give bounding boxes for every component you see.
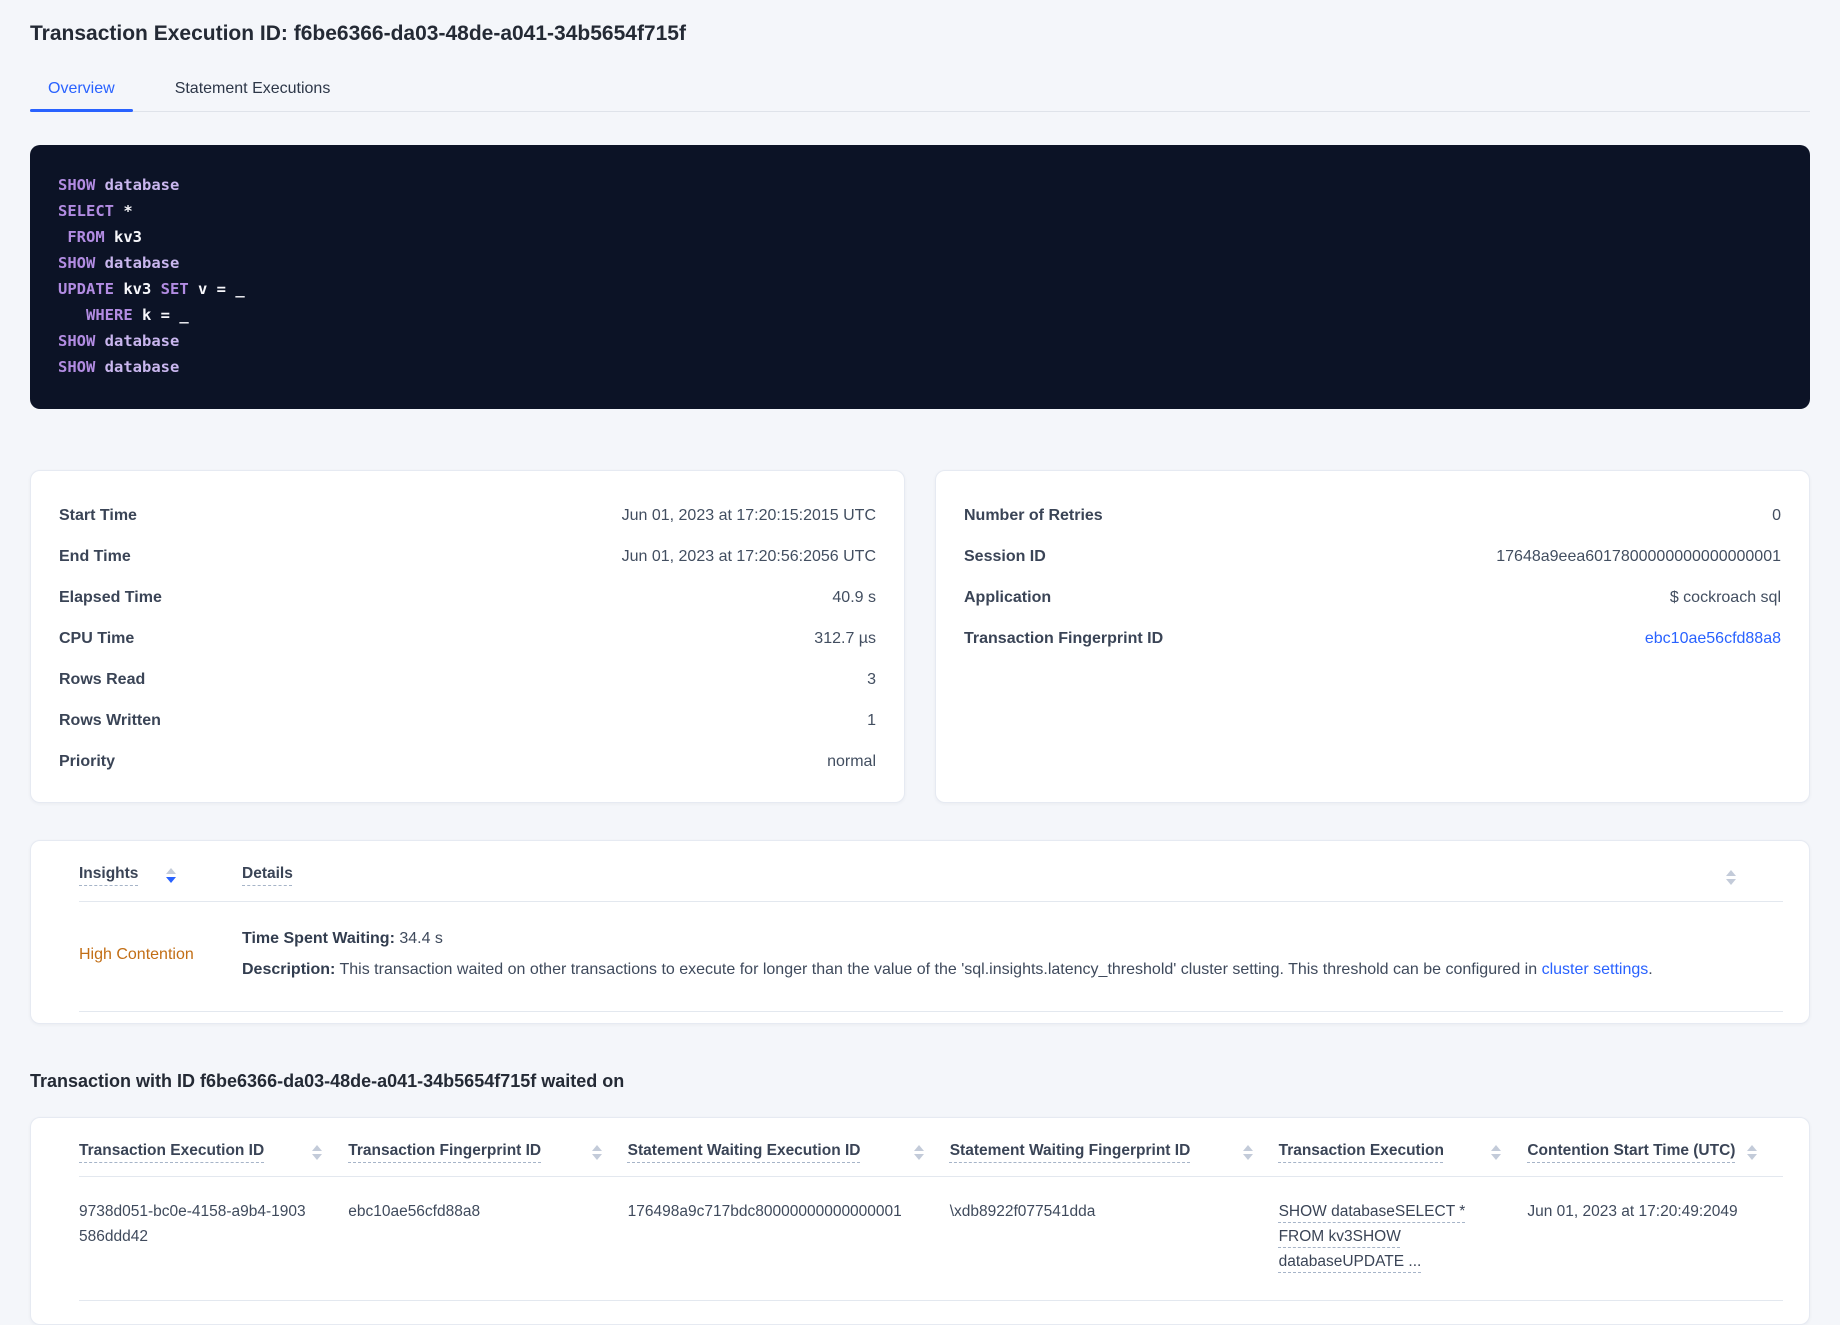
stat-label: Transaction Fingerprint ID <box>964 629 1164 647</box>
insights-column-header[interactable]: Insights <box>79 865 242 883</box>
stat-row-elapsed-time: Elapsed Time 40.9 s <box>59 577 876 618</box>
stat-row-rows-read: Rows Read 3 <box>59 659 876 700</box>
stat-label: Start Time <box>59 506 137 524</box>
tab-overview-label: Overview <box>48 80 115 97</box>
transaction-details-page: Transaction Execution ID: f6be6366-da03-… <box>0 0 1840 1325</box>
insights-column-label: Insights <box>79 865 139 882</box>
col-header-label: Contention Start Time (UTC) <box>1527 1142 1736 1159</box>
tab-statement-executions[interactable]: Statement Executions <box>157 72 349 111</box>
waited-on-table-header: Transaction Execution ID Transaction Fin… <box>79 1118 1783 1177</box>
stat-row-cpu-time: CPU Time 312.7 µs <box>59 618 876 659</box>
stat-row-number-of-retries: Number of Retries 0 <box>964 495 1781 536</box>
time-spent-waiting-label: Time Spent Waiting: <box>242 930 395 947</box>
tab-overview[interactable]: Overview <box>30 72 133 112</box>
time-spent-waiting-value: 34.4 s <box>394 930 443 947</box>
stat-row-transaction-fingerprint-id: Transaction Fingerprint ID ebc10ae56cfd8… <box>964 618 1781 659</box>
sql-statements-box: SHOW database SELECT * FROM kv3 SHOW datab… <box>30 145 1810 409</box>
stat-value: 312.7 µs <box>814 629 876 647</box>
cell-statement-waiting-execution-id: 176498a9c717bdc80000000000000001 <box>627 1203 902 1220</box>
stat-row-end-time: End Time Jun 01, 2023 at 17:20:56:2056 U… <box>59 536 876 577</box>
stat-value: $ cockroach sql <box>1669 588 1781 606</box>
col-header-label: Transaction Fingerprint ID <box>348 1142 542 1159</box>
stat-label: CPU Time <box>59 629 135 647</box>
col-header-statement-waiting-fingerprint-id[interactable]: Statement Waiting Fingerprint ID <box>950 1142 1279 1160</box>
col-header-contention-start-time[interactable]: Contention Start Time (UTC) <box>1527 1142 1783 1160</box>
waited-on-table-row: 9738d051-bc0e-4158-a9b4-1903586ddd42 ebc… <box>79 1177 1783 1301</box>
stat-label: Rows Read <box>59 670 146 688</box>
stat-value: 40.9 s <box>832 588 876 606</box>
col-header-transaction-fingerprint-id[interactable]: Transaction Fingerprint ID <box>348 1142 627 1160</box>
col-header-label: Transaction Execution ID <box>79 1142 265 1159</box>
stat-label: Session ID <box>964 547 1046 565</box>
stat-row-priority: Priority normal <box>59 741 876 782</box>
time-spent-waiting-line: Time Spent Waiting: 34.4 s <box>242 926 1783 952</box>
col-header-statement-waiting-execution-id[interactable]: Statement Waiting Execution ID <box>628 1142 950 1160</box>
stat-label: Elapsed Time <box>59 588 162 606</box>
sort-icon <box>1491 1145 1502 1160</box>
stat-label: Rows Written <box>59 711 161 729</box>
insight-details-cell: Time Spent Waiting: 34.4 s Description: … <box>242 926 1783 983</box>
cell-transaction-fingerprint-id: ebc10ae56cfd88a8 <box>348 1203 481 1220</box>
stat-value: 0 <box>1772 506 1781 524</box>
cell-transaction-execution: SHOW databaseSELECT * FROM kv3SHOW datab… <box>1279 1199 1528 1274</box>
description-line: Description: This transaction waited on … <box>242 957 1783 983</box>
stat-value: 1 <box>867 711 876 729</box>
stat-row-session-id: Session ID 17648a9eea6017800000000000000… <box>964 536 1781 577</box>
description-suffix: . <box>1648 961 1653 978</box>
details-column-header: Details <box>242 865 293 883</box>
cell-statement-waiting-fingerprint-id: \xdb8922f077541dda <box>949 1203 1096 1220</box>
stat-row-application: Application $ cockroach sql <box>964 577 1781 618</box>
cluster-settings-link[interactable]: cluster settings <box>1542 961 1649 978</box>
description-label: Description: <box>242 961 336 978</box>
sort-icon <box>913 1145 924 1160</box>
transaction-execution-link[interactable]: SHOW databaseSELECT * FROM kv3SHOW datab… <box>1279 1203 1466 1270</box>
sort-icon <box>591 1145 602 1160</box>
sort-icon <box>166 867 177 883</box>
col-header-transaction-execution-id[interactable]: Transaction Execution ID <box>79 1142 348 1160</box>
transaction-fingerprint-link[interactable]: ebc10ae56cfd88a8 <box>1645 630 1781 648</box>
stat-row-start-time: Start Time Jun 01, 2023 at 17:20:15:2015… <box>59 495 876 536</box>
cell-transaction-execution-id: 9738d051-bc0e-4158-a9b4-1903586ddd42 <box>79 1203 306 1245</box>
stat-label: Number of Retries <box>964 506 1103 524</box>
insight-row: High Contention Time Spent Waiting: 34.4… <box>79 902 1783 1012</box>
cell-contention-start-time: Jun 01, 2023 at 17:20:49:2049 <box>1527 1203 1738 1220</box>
insights-card: Insights Details High Contention Time Sp… <box>30 840 1810 1024</box>
stat-value: Jun 01, 2023 at 17:20:56:2056 UTC <box>621 547 876 565</box>
insights-header-sort[interactable] <box>1726 863 1783 885</box>
sort-icon <box>312 1145 323 1160</box>
insights-table-header: Insights Details <box>79 841 1783 902</box>
page-title: Transaction Execution ID: f6be6366-da03-… <box>30 22 686 45</box>
high-contention-badge: High Contention <box>79 945 194 963</box>
col-header-label: Transaction Execution <box>1278 1142 1444 1159</box>
tab-statement-executions-label: Statement Executions <box>174 80 331 97</box>
col-header-label: Statement Waiting Fingerprint ID <box>949 1142 1191 1159</box>
sort-icon <box>1726 870 1736 885</box>
stat-value: 17648a9eea6017800000000000000001 <box>1496 547 1781 565</box>
stat-label: End Time <box>59 547 131 565</box>
description-text: This transaction waited on other transac… <box>335 961 1542 978</box>
stat-label: Application <box>964 588 1052 606</box>
stat-value: normal <box>827 752 876 770</box>
col-header-transaction-execution[interactable]: Transaction Execution <box>1279 1142 1528 1160</box>
stat-value: Jun 01, 2023 at 17:20:15:2015 UTC <box>621 506 876 524</box>
summary-cards-row: Start Time Jun 01, 2023 at 17:20:15:2015… <box>30 470 1810 803</box>
sort-icon <box>1242 1145 1253 1160</box>
details-column-label: Details <box>242 865 293 882</box>
tab-bar: Overview Statement Executions <box>30 72 1810 112</box>
stat-label: Priority <box>59 752 116 770</box>
stat-value: 3 <box>867 670 876 688</box>
insight-name-cell: High Contention <box>79 926 242 983</box>
waited-on-heading: Transaction with ID f6be6366-da03-48de-a… <box>30 1071 625 1091</box>
execution-stats-card: Start Time Jun 01, 2023 at 17:20:15:2015… <box>30 470 905 803</box>
session-stats-card: Number of Retries 0 Session ID 17648a9ee… <box>935 470 1810 803</box>
sort-icon <box>1747 1145 1757 1160</box>
col-header-label: Statement Waiting Execution ID <box>627 1142 861 1159</box>
waited-on-table-card: Transaction Execution ID Transaction Fin… <box>30 1117 1810 1325</box>
stat-row-rows-written: Rows Written 1 <box>59 700 876 741</box>
